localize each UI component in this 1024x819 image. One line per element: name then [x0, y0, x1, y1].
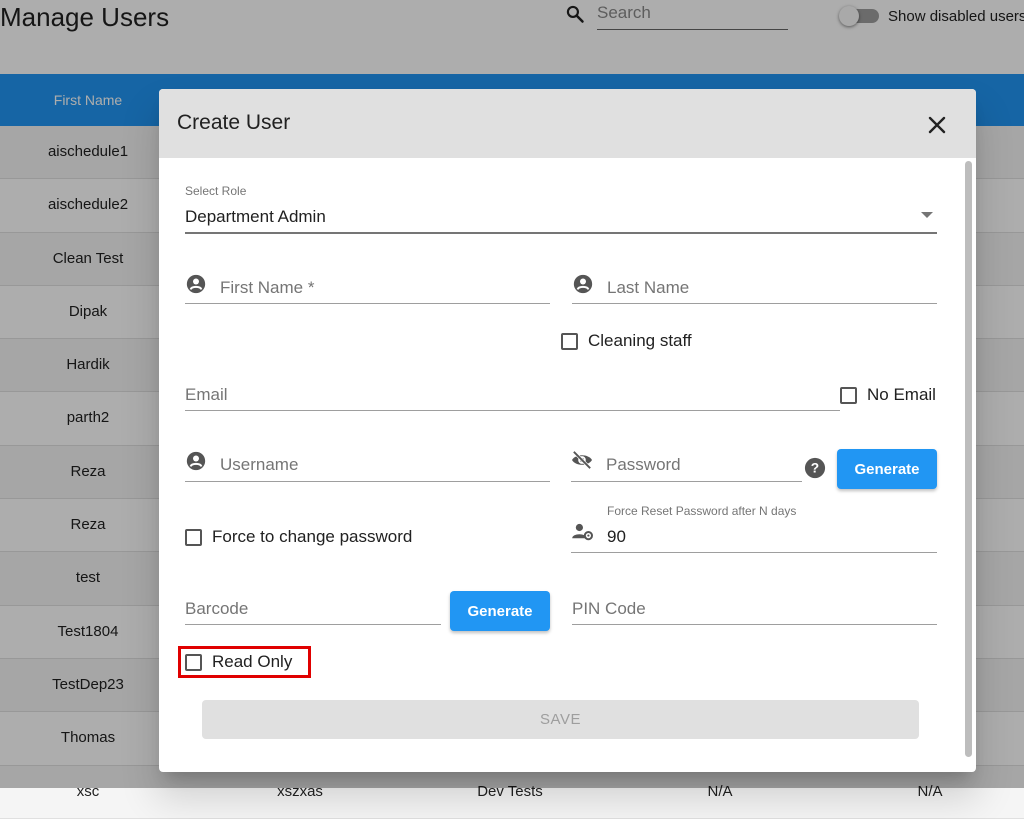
force-reset-underline: [571, 552, 937, 553]
cleaning-staff-label: Cleaning staff: [588, 331, 692, 350]
checkbox-box[interactable]: [840, 386, 857, 404]
person-icon: [186, 451, 206, 471]
cleaning-staff-checkbox[interactable]: Cleaning staff: [561, 331, 692, 351]
password-field[interactable]: Password: [571, 447, 802, 482]
role-select-value: Department Admin: [185, 207, 326, 226]
no-email-label: No Email: [867, 385, 936, 404]
checkbox-box[interactable]: [561, 332, 578, 350]
force-change-password-checkbox[interactable]: Force to change password: [185, 527, 412, 547]
password-underline: [571, 481, 802, 482]
first-name-placeholder: First Name *: [220, 278, 315, 297]
force-change-password-label: Force to change password: [212, 527, 413, 546]
save-button[interactable]: SAVE: [202, 700, 919, 739]
username-placeholder: Username: [220, 455, 299, 474]
read-only-checkbox[interactable]: Read Only: [185, 652, 292, 672]
close-icon[interactable]: [925, 113, 949, 137]
user-cog-icon: [572, 523, 593, 541]
first-name-field[interactable]: First Name *: [185, 269, 550, 304]
checkbox-box[interactable]: [185, 528, 202, 546]
role-select-label: Select Role: [185, 184, 247, 198]
last-name-underline: [572, 303, 937, 304]
dialog-header: Create User: [159, 89, 976, 158]
barcode-placeholder: Barcode: [185, 599, 249, 618]
svg-text:?: ?: [811, 461, 819, 476]
barcode-underline: [185, 624, 441, 625]
generate-password-button[interactable]: Generate: [837, 449, 937, 489]
generate-barcode-button[interactable]: Generate: [450, 591, 550, 631]
dropdown-arrow-icon: [921, 212, 933, 218]
create-user-dialog: Create User Select Role Department Admin…: [159, 89, 976, 772]
last-name-field[interactable]: Last Name: [572, 269, 937, 304]
dialog-scrollbar[interactable]: [965, 161, 972, 757]
pin-code-field[interactable]: PIN Code: [572, 592, 937, 625]
username-field[interactable]: Username: [185, 447, 550, 482]
role-underline: [185, 232, 937, 234]
email-underline: [185, 410, 840, 411]
force-reset-days-field[interactable]: Force Reset Password after N days 90: [571, 503, 937, 553]
no-email-checkbox[interactable]: No Email: [840, 385, 936, 405]
force-reset-days-label: Force Reset Password after N days: [607, 504, 797, 518]
password-placeholder: Password: [606, 455, 681, 474]
visibility-off-icon[interactable]: [571, 450, 593, 470]
help-icon[interactable]: ?: [804, 457, 826, 479]
read-only-label: Read Only: [212, 652, 293, 671]
role-select[interactable]: Select Role Department Admin: [185, 183, 937, 234]
checkbox-box[interactable]: [185, 653, 202, 671]
email-field[interactable]: Email: [185, 378, 840, 411]
email-placeholder: Email: [185, 385, 228, 404]
force-reset-days-value: 90: [607, 527, 626, 546]
person-icon: [186, 274, 206, 294]
first-name-underline: [185, 303, 550, 304]
dialog-title: Create User: [177, 111, 291, 134]
pin-code-underline: [572, 624, 937, 625]
username-underline: [185, 481, 550, 482]
person-icon: [573, 274, 593, 294]
last-name-placeholder: Last Name: [607, 278, 690, 297]
pin-code-placeholder: PIN Code: [572, 599, 646, 618]
barcode-field[interactable]: Barcode: [185, 592, 441, 625]
